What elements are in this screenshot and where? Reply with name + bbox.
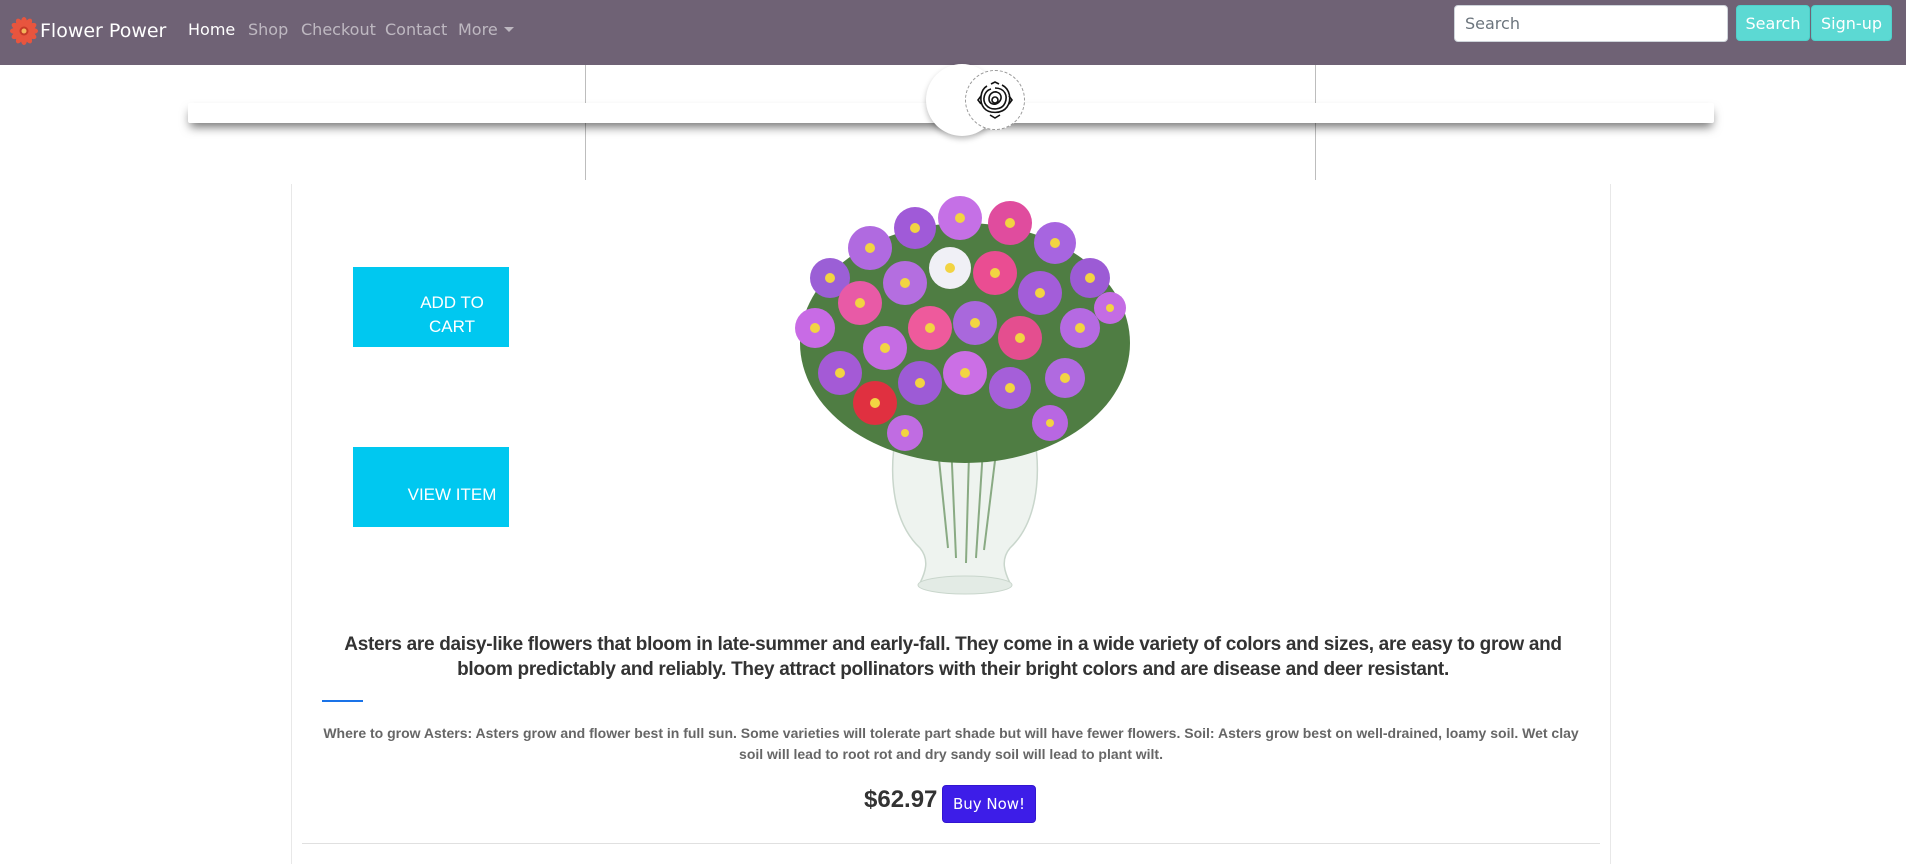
brand-link[interactable]: Flower Power	[10, 17, 166, 45]
rose-icon	[977, 81, 1013, 119]
aster-bouquet-image	[795, 196, 1130, 595]
nav-checkout[interactable]: Checkout	[301, 20, 376, 39]
section-divider	[322, 700, 363, 702]
flower-icon	[10, 17, 38, 45]
signup-button[interactable]: Sign-up	[1811, 5, 1892, 41]
nav-home[interactable]: Home	[188, 20, 235, 39]
nav-contact[interactable]: Contact	[385, 20, 447, 39]
chevron-down-icon	[503, 27, 514, 32]
nav-more-label: More	[458, 20, 498, 39]
search-button[interactable]: Search	[1736, 5, 1810, 41]
nav-more-dropdown[interactable]: More	[458, 20, 514, 39]
top-navbar: Flower Power Home Shop Checkout Contact …	[0, 0, 1906, 65]
growing-info: Where to grow Asters: Asters grow and fl…	[323, 725, 1579, 762]
product-price: $62.97	[864, 786, 938, 813]
card-bottom-divider	[302, 843, 1600, 844]
product-description: Asters are daisy-like flowers that bloom…	[344, 634, 1562, 680]
search-input[interactable]	[1454, 5, 1728, 42]
buy-now-button[interactable]: Buy Now!	[942, 785, 1036, 823]
brand-name: Flower Power	[40, 20, 167, 42]
nav-shop[interactable]: Shop	[248, 20, 288, 39]
rose-logo	[965, 70, 1025, 130]
view-item-button[interactable]: VIEW ITEM	[353, 447, 509, 527]
add-to-cart-button[interactable]: ADD TO CART	[353, 267, 509, 347]
